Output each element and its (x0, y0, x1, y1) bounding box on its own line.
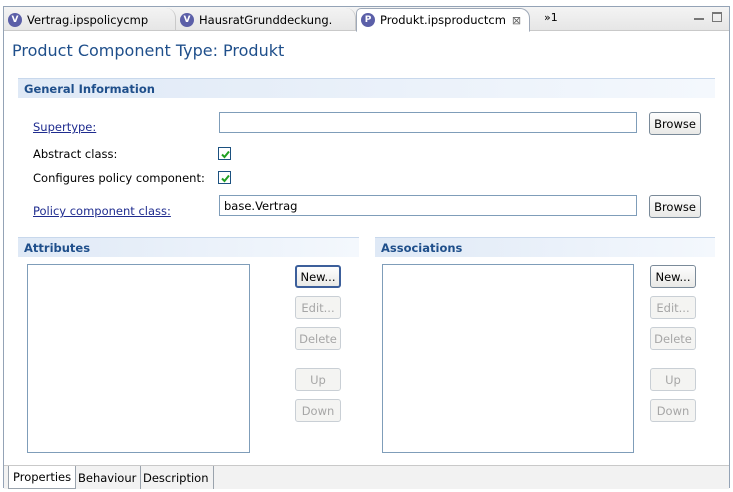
policy-class-browse-button[interactable]: Browse (649, 195, 701, 218)
abstract-class-label: Abstract class: (33, 147, 118, 161)
tab-label: HausratGrunddeckung. (199, 12, 333, 27)
product-type-icon: P (361, 13, 375, 27)
policy-type-icon: V (180, 12, 194, 27)
associations-list[interactable] (382, 264, 634, 453)
check-icon (221, 150, 230, 159)
attribute-up-button[interactable]: Up (295, 368, 341, 391)
attributes-header[interactable]: Attributes (18, 237, 359, 257)
tab-hausrat[interactable]: V HausratGrunddeckung. (176, 8, 356, 31)
tab-behaviour[interactable]: Behaviour (74, 466, 142, 489)
attribute-down-button[interactable]: Down (295, 399, 341, 422)
tab-produkt[interactable]: P Produkt.ipsproductcm ⊠ (356, 8, 530, 32)
general-info-header[interactable]: General Information (18, 78, 715, 98)
association-new-button[interactable]: New... (650, 265, 696, 288)
tab-overflow-chevron[interactable]: »1 (544, 11, 558, 24)
bottom-tab-bar: Properties Behaviour Description (4, 465, 729, 489)
supertype-input[interactable] (219, 112, 637, 133)
policy-type-icon: V (8, 12, 22, 27)
check-icon (221, 174, 230, 183)
association-delete-button[interactable]: Delete (650, 327, 696, 350)
minimize-icon[interactable] (694, 12, 704, 20)
configures-policy-label: Configures policy component: (33, 171, 205, 185)
association-up-button[interactable]: Up (650, 368, 696, 391)
supertype-browse-button[interactable]: Browse (649, 112, 701, 135)
close-icon[interactable]: ⊠ (512, 14, 521, 27)
policy-component-class-link[interactable]: Policy component class: (33, 204, 171, 218)
configures-policy-checkbox[interactable] (218, 171, 231, 184)
abstract-class-checkbox[interactable] (218, 147, 231, 160)
editor-tab-bar: V Vertrag.ipspolicycmp V HausratGrunddec… (4, 7, 729, 32)
tab-label: Produkt.ipsproductcm (380, 13, 506, 27)
attribute-delete-button[interactable]: Delete (295, 327, 341, 350)
association-down-button[interactable]: Down (650, 399, 696, 422)
association-edit-button[interactable]: Edit... (650, 296, 696, 319)
attributes-list[interactable] (27, 264, 250, 453)
maximize-icon[interactable] (712, 12, 722, 22)
tab-properties[interactable]: Properties (8, 466, 77, 489)
page-title: Product Component Type: Produkt (12, 41, 285, 60)
editor-pane: V Vertrag.ipspolicycmp V HausratGrunddec… (3, 6, 730, 489)
policy-component-class-input[interactable]: base.Vertrag (219, 195, 637, 216)
supertype-link[interactable]: Supertype: (33, 120, 96, 134)
associations-header[interactable]: Associations (375, 237, 715, 257)
attribute-edit-button[interactable]: Edit... (295, 296, 341, 319)
tab-vertrag[interactable]: V Vertrag.ipspolicycmp (4, 8, 176, 31)
attribute-new-button[interactable]: New... (295, 265, 341, 288)
tab-description[interactable]: Description (139, 466, 214, 489)
tab-label: Vertrag.ipspolicycmp (27, 12, 149, 27)
